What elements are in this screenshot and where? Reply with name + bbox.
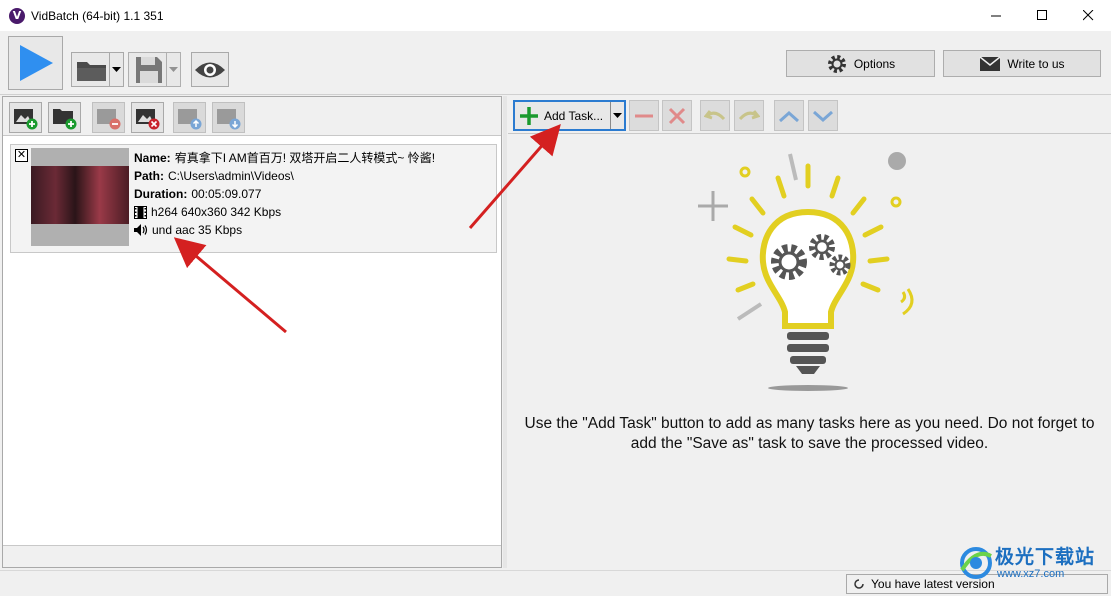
minimize-button[interactable] [973,0,1019,31]
chevron-down-icon [813,110,833,122]
maximize-button[interactable] [1019,0,1065,31]
move-up-file-button[interactable] [173,102,206,133]
save-button[interactable] [128,52,181,87]
remove-file-button[interactable] [92,102,125,133]
redo-icon [738,109,760,120]
window-title: VidBatch (64-bit) 1.1 351 [31,8,164,23]
add-file-button[interactable] [9,102,42,133]
main-toolbar: Options Write to us [0,31,1111,95]
undo-button[interactable] [700,100,730,131]
file-list-toolbar [3,97,501,136]
file-name-row: Name: 宥真拿下I AM首百万! 双塔开启二人转模式~ 怜酱! [134,149,496,167]
video-stream-info: h264 640x360 342 Kbps [151,205,282,219]
open-dropdown[interactable] [109,53,123,86]
film-icon [134,205,147,219]
speaker-icon [134,224,148,236]
move-down-file-button[interactable] [212,102,245,133]
file-duration-row: Duration: 00:05:09.077 [134,185,496,203]
move-down-task-button[interactable] [808,100,838,131]
tasks-toolbar: Add Task... [508,96,1111,134]
refresh-icon [854,579,864,589]
undo-icon [704,109,726,120]
file-path: C:\Users\admin\Videos\ [168,169,294,183]
file-list-status [3,545,501,567]
move-down-icon [216,108,240,129]
open-button[interactable] [71,52,124,87]
file-name: 宥真拿下I AM首百万! 双塔开启二人转模式~ 怜酱! [174,151,436,165]
file-path-row: Path: C:\Users\admin\Videos\ [134,167,496,185]
caret-down-icon [112,66,121,72]
thumbnail-frame [31,166,129,224]
duration-label: Duration: [134,187,188,201]
envelope-icon [979,55,1001,71]
minimize-icon [990,15,1001,17]
tasks-help-text: Use the "Add Task" button to add as many… [524,415,1095,452]
x-icon [668,107,686,124]
move-up-task-button[interactable] [774,100,804,131]
add-task-button[interactable]: Add Task... [513,100,626,131]
write-to-us-label: Write to us [1007,56,1065,71]
pane-splitter[interactable] [503,96,507,568]
plus-icon [520,106,538,125]
move-up-icon [177,108,201,129]
add-task-label: Add Task... [544,108,604,123]
file-duration: 00:05:09.077 [191,187,262,201]
folder-icon [76,61,106,81]
window-controls [973,0,1111,31]
play-icon [19,45,53,81]
name-label: Name: [134,151,171,165]
clear-tasks-button[interactable] [662,100,692,131]
minus-icon [635,114,653,117]
run-button[interactable] [8,36,63,90]
path-label: Path: [134,169,164,183]
video-thumbnail [31,148,129,246]
preview-button[interactable] [191,52,229,87]
watermark-url: www.xz7.com [997,568,1065,580]
add-image-icon [13,108,37,129]
file-list-item[interactable]: ✕ Name: 宥真拿下I AM首百万! 双塔开启二人转模式~ 怜酱! Path… [10,144,497,253]
remove-image-icon [96,108,120,129]
site-watermark: 极光下载站 www.xz7.com [955,538,1105,588]
video-stream-row: h264 640x360 342 Kbps [134,203,496,221]
caret-down-icon [613,112,622,118]
close-icon [1082,10,1093,21]
app-logo-icon: V [9,7,25,24]
eye-icon [195,62,225,77]
audio-stream-row: und aac 35 Kbps [134,221,496,239]
chevron-up-icon [779,110,799,122]
add-folder-button[interactable] [48,102,81,133]
file-info: Name: 宥真拿下I AM首百万! 双塔开启二人转模式~ 怜酱! Path: … [134,149,496,239]
clear-files-button[interactable] [131,102,164,133]
title-bar: V VidBatch (64-bit) 1.1 351 [0,0,1111,31]
options-label: Options [853,56,896,71]
file-list-pane: ✕ Name: 宥真拿下I AM首百万! 双塔开启二人转模式~ 怜酱! Path… [2,96,502,568]
save-dropdown[interactable] [166,53,180,86]
write-to-us-button[interactable]: Write to us [943,50,1101,77]
delete-image-icon [135,108,159,129]
status-bar: You have latest version [0,570,1111,596]
maximize-icon [1036,10,1047,20]
lightbulb-illustration-icon [698,152,914,391]
audio-stream-info: und aac 35 Kbps [152,223,243,237]
caret-down-icon [169,66,178,72]
file-checkbox[interactable]: ✕ [15,149,28,162]
add-folder-icon [52,108,76,129]
watermark-title: 极光下载站 [995,546,1096,568]
remove-task-button[interactable] [629,100,659,131]
options-button[interactable]: Options [786,50,935,77]
add-task-dropdown[interactable] [610,102,624,129]
floppy-disk-icon [135,56,162,83]
close-button[interactable] [1065,0,1111,31]
tasks-pane: Add Task... Use the "Add Task" button to… [508,96,1111,568]
watermark-logo-icon [960,547,992,579]
redo-button[interactable] [734,100,764,131]
gear-icon [827,54,846,73]
